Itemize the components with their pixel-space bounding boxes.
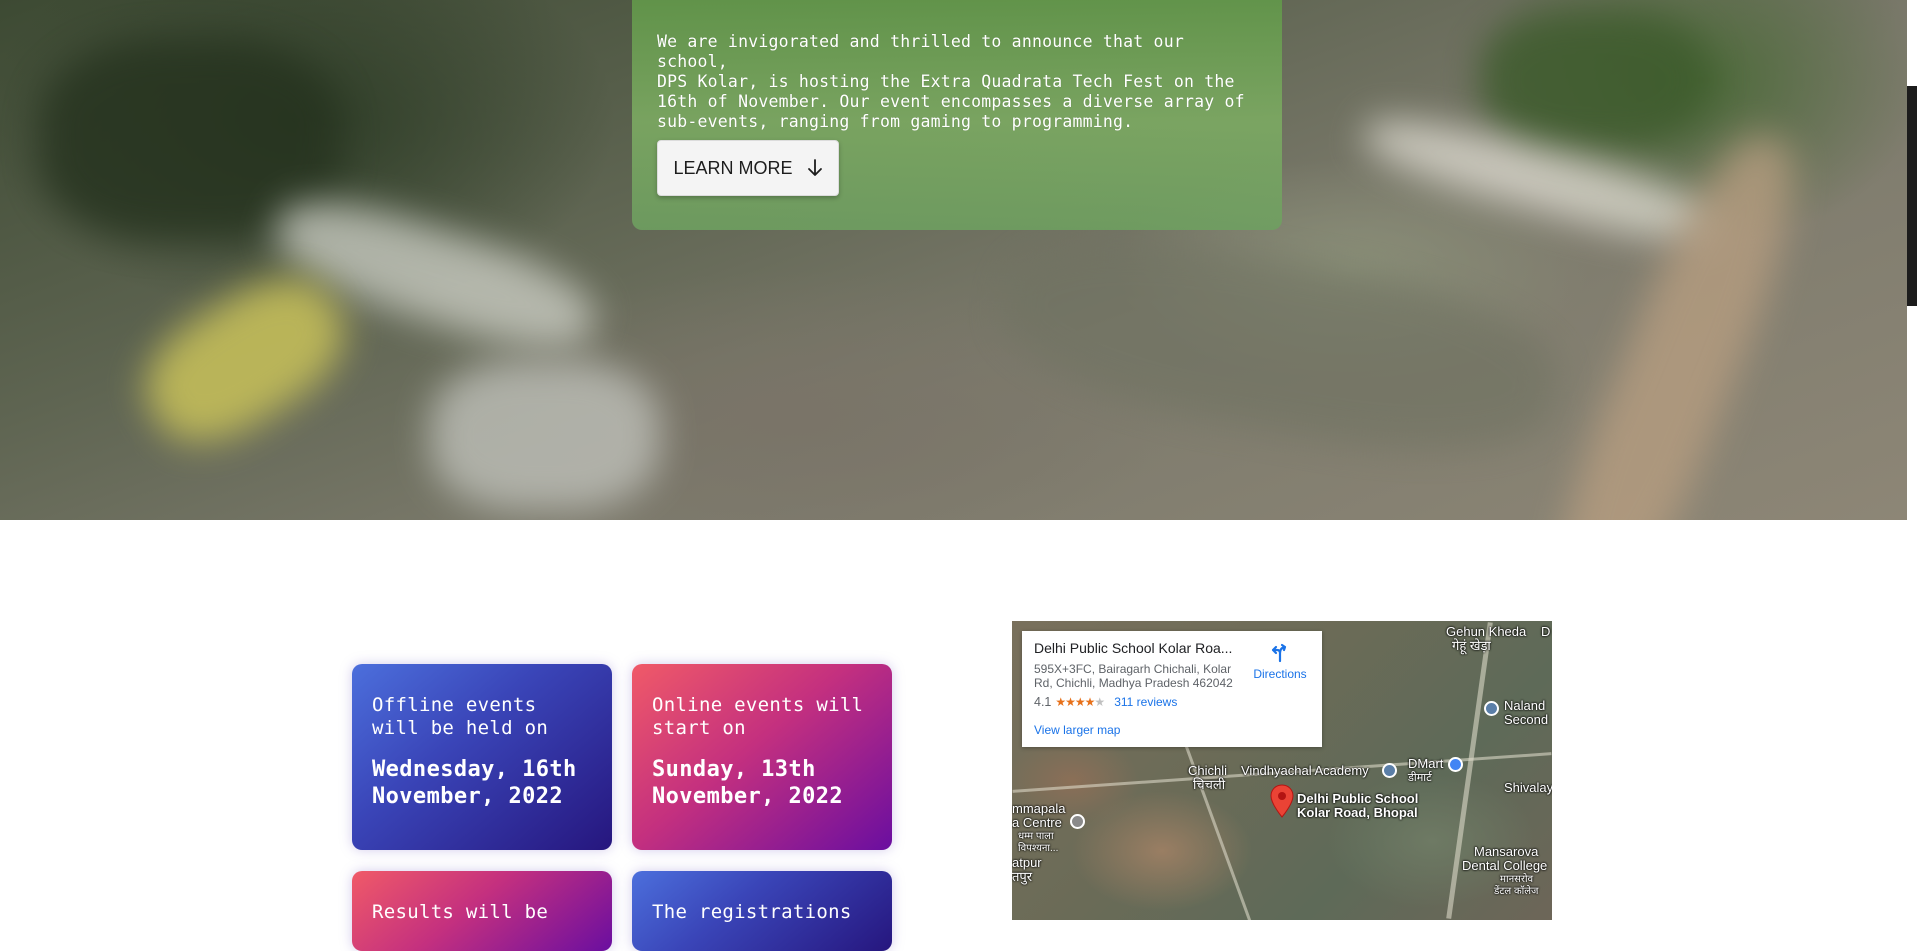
map-label: DMart xyxy=(1408,756,1444,771)
card-label: Offline events will be held on xyxy=(372,694,549,739)
location-pin-icon[interactable] xyxy=(1270,784,1294,818)
map-label: atpur xyxy=(1012,855,1042,870)
map-label: Kolar Road, Bhopal xyxy=(1297,805,1418,820)
map-label: गेहूं खेड़ा xyxy=(1452,638,1491,653)
map-label: विपश्यना... xyxy=(1018,843,1059,854)
announcement-card: We are invigorated and thrilled to annou… xyxy=(632,0,1282,230)
map-label: चिचली xyxy=(1193,777,1226,792)
map-label: Chichli xyxy=(1188,763,1228,778)
offline-events-card: Offline events will be held on Wednesday… xyxy=(352,664,612,850)
place-poi-icon[interactable] xyxy=(1070,814,1085,829)
card-label: Results will be xyxy=(372,901,549,923)
scrollbar-thumb[interactable] xyxy=(1907,86,1917,306)
map-label: mmapala xyxy=(1012,801,1066,816)
map-label: a Centre xyxy=(1012,815,1062,830)
reviews-link[interactable]: 311 reviews xyxy=(1114,695,1177,709)
map-place-card: Delhi Public School Kolar Roa... 595X+3F… xyxy=(1022,631,1322,747)
image-region xyxy=(430,360,660,510)
results-card: Results will be xyxy=(352,871,612,951)
school-poi-icon[interactable] xyxy=(1484,701,1499,716)
map-label: Second xyxy=(1504,712,1549,727)
map-label: Mansarova xyxy=(1474,844,1539,859)
image-region xyxy=(124,253,366,467)
directions-icon xyxy=(1271,643,1287,663)
card-label: Online events will start on xyxy=(652,694,864,739)
map-label: Naland xyxy=(1504,698,1546,713)
map-label: Vindhyachal Academy xyxy=(1241,763,1369,778)
map-label: डीमार्ट xyxy=(1408,772,1432,784)
card-label: The registrations xyxy=(652,901,852,923)
learn-more-button[interactable]: LEARN MORE xyxy=(657,140,839,196)
map-label: D xyxy=(1541,624,1551,639)
place-address: 595X+3FC, Bairagarh Chichali, Kolar Rd, … xyxy=(1034,662,1233,690)
embedded-map[interactable]: Gehun Kheda गेहूं खेड़ा D Naland Second … xyxy=(1012,621,1552,920)
place-rating-row: 4.1 ★★★★★ 311 reviews xyxy=(1034,695,1310,709)
rating-value: 4.1 xyxy=(1034,695,1052,709)
image-region xyxy=(1480,10,1710,150)
map-label: Dental College xyxy=(1462,858,1548,873)
arrow-down-icon xyxy=(807,159,822,176)
directions-button[interactable]: Directions xyxy=(1250,643,1310,681)
map-label: तपुर xyxy=(1012,869,1033,884)
school-poi-icon[interactable] xyxy=(1382,763,1397,778)
announcement-text: We are invigorated and thrilled to annou… xyxy=(657,32,1245,131)
learn-more-label: LEARN MORE xyxy=(673,157,793,178)
card-date: Sunday, 13th November, 2022 xyxy=(652,757,844,809)
rating-stars-icon: ★★★★★ xyxy=(1055,695,1105,709)
map-label: Gehun Kheda xyxy=(1446,624,1527,639)
online-events-card: Online events will start on Sunday, 13th… xyxy=(632,664,892,850)
map-label: Delhi Public School xyxy=(1297,791,1419,806)
image-region xyxy=(989,212,1571,478)
registrations-card: The registrations xyxy=(632,871,892,951)
view-larger-map-link[interactable]: View larger map xyxy=(1034,723,1120,737)
shopping-poi-icon[interactable] xyxy=(1448,757,1463,772)
card-date: Wednesday, 16th November, 2022 xyxy=(372,757,577,809)
directions-label: Directions xyxy=(1253,667,1307,681)
map-label: Shivalay xyxy=(1504,780,1552,795)
map-label: डेंटल कॉलेज xyxy=(1494,886,1539,897)
hero-background-image: We are invigorated and thrilled to annou… xyxy=(0,0,1907,520)
map-road xyxy=(1174,717,1253,920)
place-title: Delhi Public School Kolar Roa... xyxy=(1034,640,1233,656)
